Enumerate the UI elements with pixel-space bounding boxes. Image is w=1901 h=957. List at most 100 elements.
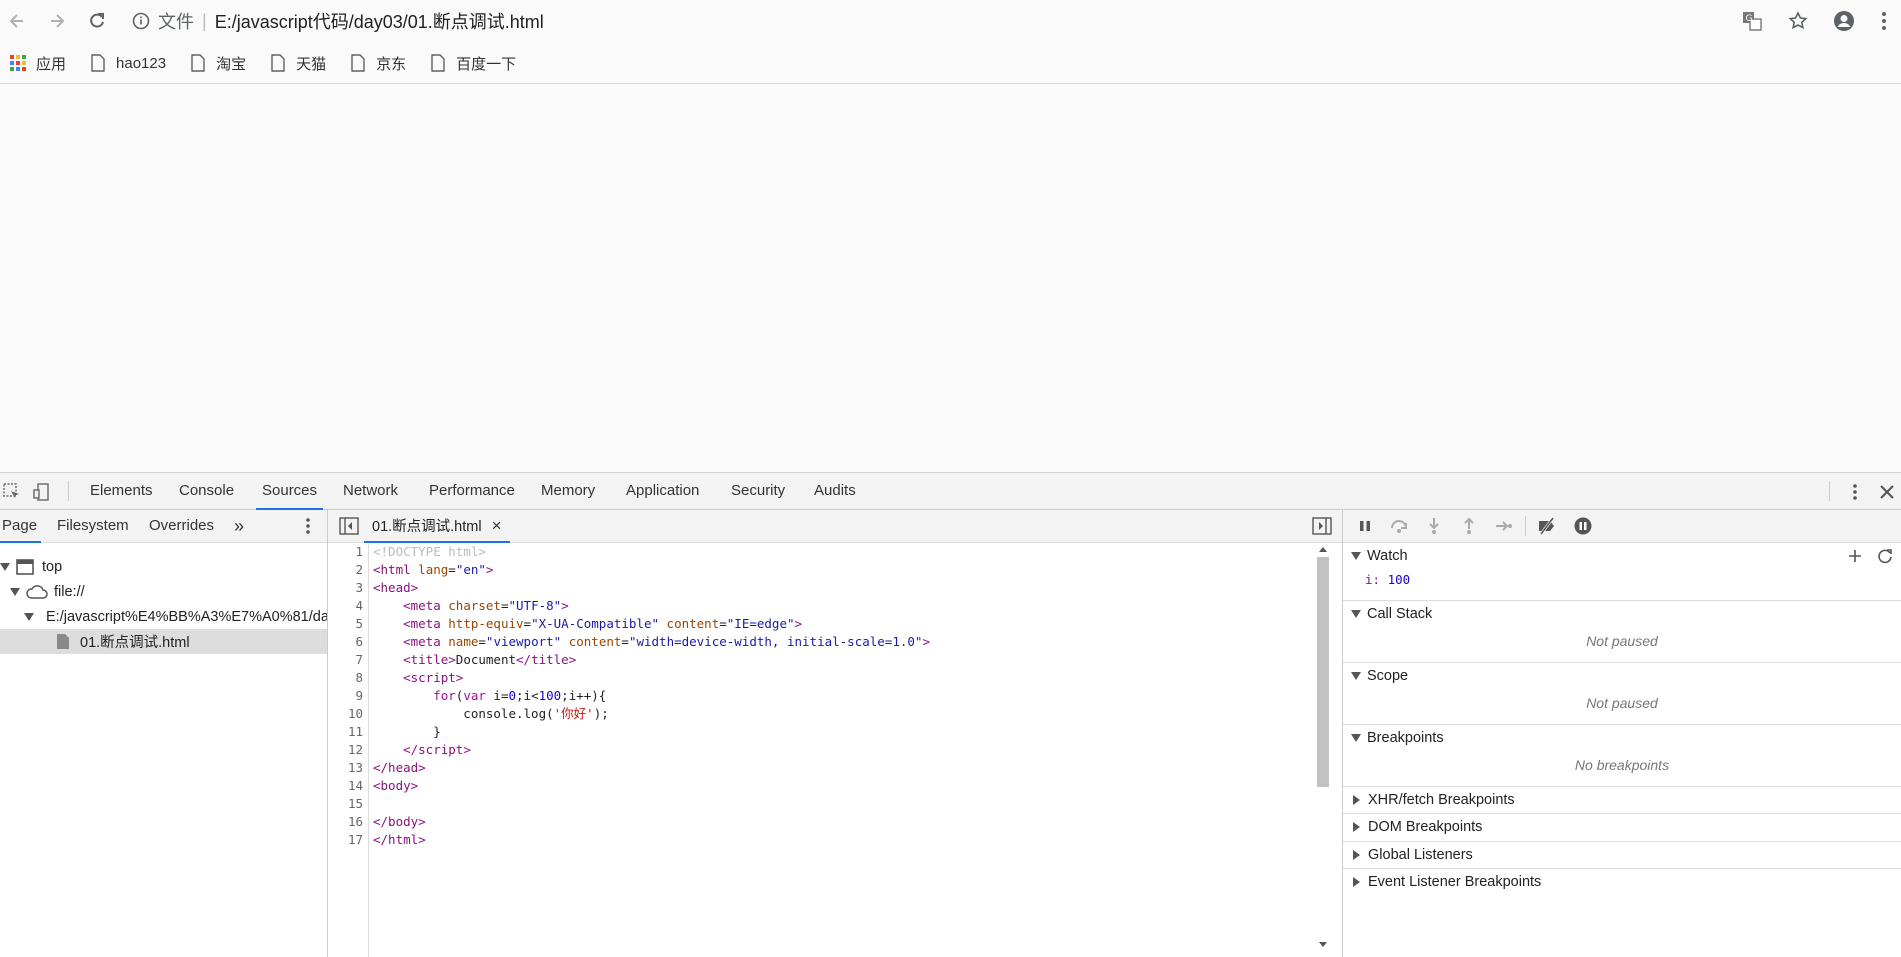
line-number[interactable]: 10 <box>348 705 363 723</box>
info-icon[interactable] <box>132 12 150 30</box>
expanded-icon <box>1351 551 1361 560</box>
call-stack-header[interactable]: Call Stack <box>1343 600 1901 626</box>
line-number[interactable]: 8 <box>355 669 363 687</box>
close-devtools-icon[interactable] <box>1877 482 1897 502</box>
page-viewport[interactable] <box>0 84 1901 472</box>
bookmark-baidu[interactable]: 百度一下 <box>430 53 516 74</box>
tab-audits[interactable]: Audits <box>814 473 856 509</box>
close-tab-icon[interactable]: × <box>492 516 502 535</box>
line-number[interactable]: 14 <box>348 777 363 795</box>
line-number[interactable]: 1 <box>355 543 363 561</box>
browser-toolbar: 文件 | E:/javascript代码/day03/01.断点调试.html … <box>0 0 1901 42</box>
pause-on-exceptions-icon[interactable] <box>1573 516 1593 536</box>
xhr-breakpoints-header[interactable]: XHR/fetch Breakpoints <box>1343 786 1901 812</box>
line-number[interactable]: 7 <box>355 651 363 669</box>
editor-file-tab[interactable]: 01.断点调试.html × <box>364 510 510 543</box>
tree-item-file[interactable]: 01.断点调试.html <box>0 629 327 654</box>
event-listener-breakpoints-header[interactable]: Event Listener Breakpoints <box>1343 868 1901 894</box>
collapsed-icon <box>1353 876 1360 887</box>
code-area[interactable]: <!DOCTYPE html> <html lang="en"> <head> … <box>373 543 1293 849</box>
editor-scrollbar[interactable] <box>1316 543 1330 953</box>
bookmark-taobao[interactable]: 淘宝 <box>190 53 246 74</box>
refresh-watch-icon[interactable] <box>1877 548 1893 564</box>
tree-item-folder[interactable]: E:/javascript%E4%BB%A3%E7%A0%81/da <box>0 604 327 629</box>
line-number[interactable]: 11 <box>348 723 363 741</box>
tab-application[interactable]: Application <box>626 473 699 509</box>
profile-button[interactable] <box>1821 6 1867 36</box>
tree-item-top[interactable]: top <box>0 554 327 579</box>
line-number-gutter[interactable]: 1 2 3 4 5 6 7 8 9 10 11 12 13 14 15 16 17 <box>328 543 369 957</box>
tab-network[interactable]: Network <box>343 473 398 509</box>
bookmark-tmall[interactable]: 天猫 <box>270 53 326 74</box>
tab-console[interactable]: Console <box>179 473 234 509</box>
bookmarks-bar: 应用 hao123 淘宝 天猫 京东 百度一下 <box>0 46 1901 80</box>
watch-section-header[interactable]: Watch <box>1343 543 1901 568</box>
toggle-debugger-icon[interactable] <box>1312 517 1332 535</box>
back-button[interactable] <box>4 8 30 34</box>
code-line: <meta charset="UTF-8"> <box>403 598 569 613</box>
pause-icon[interactable] <box>1355 516 1375 536</box>
line-number[interactable]: 6 <box>355 633 363 651</box>
dom-breakpoints-header[interactable]: DOM Breakpoints <box>1343 813 1901 839</box>
line-number[interactable]: 16 <box>348 813 363 831</box>
tab-memory[interactable]: Memory <box>541 473 595 509</box>
tab-filesystem[interactable]: Filesystem <box>57 510 129 542</box>
bookmark-label: 百度一下 <box>456 55 517 73</box>
tab-page[interactable]: Page <box>0 510 42 543</box>
bookmark-label: 京东 <box>376 55 407 73</box>
step-icon[interactable] <box>1494 516 1514 536</box>
add-watch-icon[interactable] <box>1847 548 1863 564</box>
line-number[interactable]: 12 <box>348 741 363 759</box>
inspect-element-icon[interactable] <box>2 482 22 502</box>
devtools-menu-icon[interactable] <box>1845 482 1865 502</box>
step-into-icon[interactable] <box>1424 516 1444 536</box>
line-number[interactable]: 9 <box>355 687 363 705</box>
bookmark-star-button[interactable] <box>1775 6 1821 36</box>
code-line: <meta http-equiv="X-UA-Compatible" conte… <box>403 616 803 631</box>
tab-performance[interactable]: Performance <box>429 473 515 509</box>
line-number[interactable]: 4 <box>355 597 363 615</box>
scope-header[interactable]: Scope <box>1343 662 1901 688</box>
toggle-navigator-icon[interactable] <box>339 517 359 535</box>
translate-button[interactable]: G <box>1729 6 1775 36</box>
tab-sources[interactable]: Sources <box>255 473 324 510</box>
tab-security[interactable]: Security <box>731 473 785 509</box>
toolbar-divider <box>68 481 69 501</box>
breakpoints-header[interactable]: Breakpoints <box>1343 724 1901 750</box>
bookmark-hao123[interactable]: hao123 <box>90 54 166 72</box>
step-out-icon[interactable] <box>1459 516 1479 536</box>
navigator-menu-icon[interactable] <box>298 516 318 536</box>
tree-label: top <box>42 558 63 575</box>
reload-button[interactable] <box>84 8 110 34</box>
device-toolbar-icon[interactable] <box>32 482 52 502</box>
bookmark-jd[interactable]: 京东 <box>350 53 406 74</box>
watch-expression[interactable]: i: 100 <box>1365 572 1410 587</box>
chrome-menu-button[interactable] <box>1867 6 1901 36</box>
more-tabs-button[interactable]: » <box>234 510 244 542</box>
global-listeners-header[interactable]: Global Listeners <box>1343 841 1901 867</box>
deactivate-breakpoints-icon[interactable] <box>1537 516 1557 536</box>
line-number[interactable]: 13 <box>348 759 363 777</box>
line-number[interactable]: 5 <box>355 615 363 633</box>
scrollbar-thumb[interactable] <box>1317 557 1329 787</box>
url-text[interactable]: E:/javascript代码/day03/01.断点调试.html <box>215 8 544 34</box>
address-bar[interactable]: 文件 | E:/javascript代码/day03/01.断点调试.html <box>132 6 544 36</box>
line-number[interactable]: 17 <box>348 831 363 849</box>
tree-item-origin[interactable]: file:// <box>0 579 327 604</box>
line-number[interactable]: 3 <box>355 579 363 597</box>
scroll-down-icon[interactable] <box>1318 941 1328 949</box>
bookmark-apps[interactable]: 应用 <box>10 53 66 74</box>
forward-button[interactable] <box>44 8 70 34</box>
step-over-icon[interactable] <box>1389 516 1409 536</box>
toolbar-divider <box>1829 481 1830 501</box>
tab-overrides[interactable]: Overrides <box>149 510 214 542</box>
line-number[interactable]: 15 <box>348 795 363 813</box>
bookmark-label: 天猫 <box>296 55 327 73</box>
page-icon <box>91 54 105 72</box>
line-number[interactable]: 2 <box>355 561 363 579</box>
xhr-breakpoints-title: XHR/fetch Breakpoints <box>1368 791 1515 808</box>
tab-elements[interactable]: Elements <box>90 473 153 509</box>
account-icon <box>1834 11 1854 31</box>
expanded-icon <box>1351 733 1361 742</box>
scroll-up-icon[interactable] <box>1318 545 1328 553</box>
